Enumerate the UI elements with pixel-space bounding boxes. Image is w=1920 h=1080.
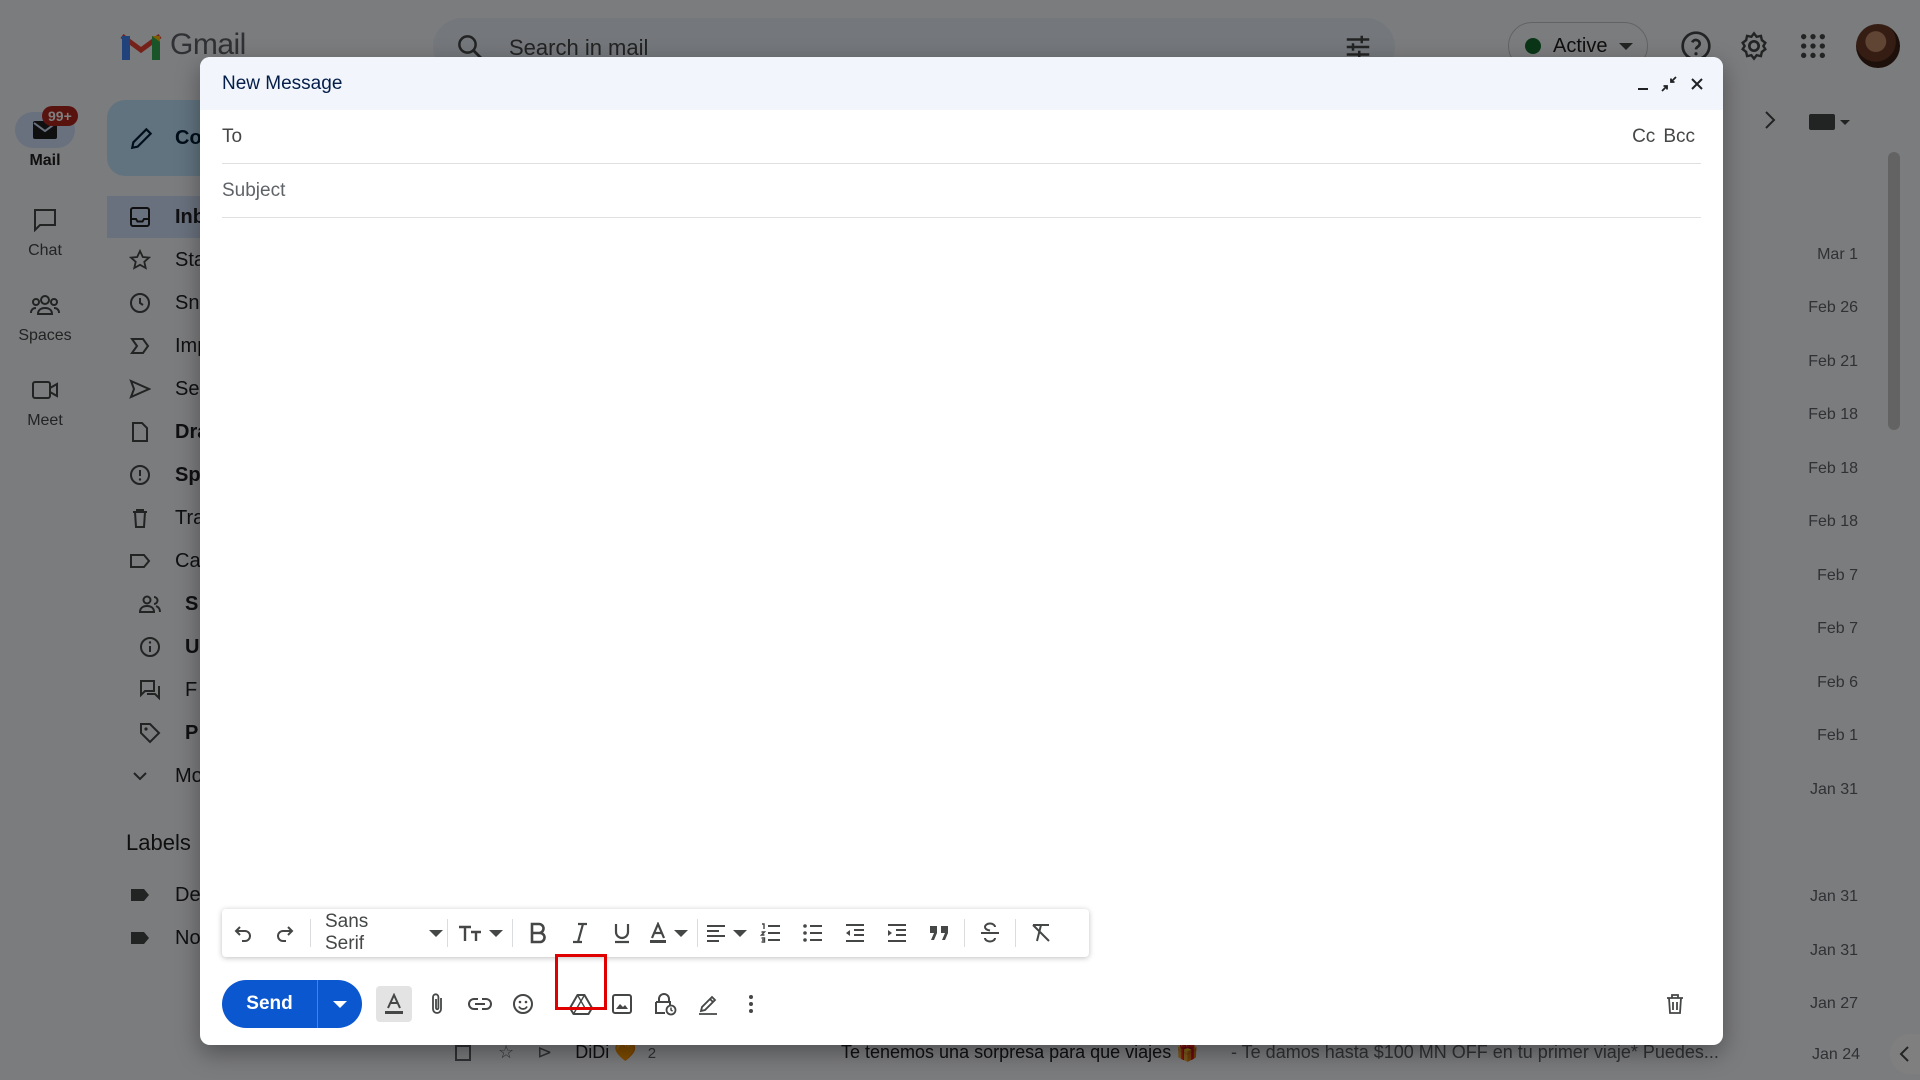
toolbar-divider (512, 919, 513, 947)
numbered-list-icon (760, 923, 780, 943)
toolbar-divider (1015, 919, 1016, 947)
minimize-icon (1638, 88, 1648, 90)
formatting-toolbar: Sans Serif (222, 909, 1089, 957)
text-size-icon (459, 925, 481, 941)
bold-icon (530, 922, 546, 944)
chevron-down-icon (674, 929, 688, 937)
text-color-icon (650, 922, 666, 943)
chevron-down-icon (333, 1000, 347, 1008)
attach-files-button[interactable] (419, 986, 455, 1022)
cc-link[interactable]: Cc (1632, 126, 1655, 148)
insert-emoji-button[interactable] (505, 986, 541, 1022)
chevron-down-icon (489, 929, 503, 937)
toolbar-divider (447, 919, 448, 947)
italic-icon (573, 922, 587, 944)
more-vert-icon (749, 995, 753, 1013)
chevron-down-icon (429, 929, 443, 937)
drive-button-highlight (555, 954, 607, 1010)
more-options-button[interactable] (733, 986, 769, 1022)
indent-more-button[interactable] (876, 909, 918, 957)
indent-more-icon (888, 924, 906, 942)
underline-button[interactable] (601, 909, 643, 957)
formatting-options-button[interactable] (376, 986, 412, 1022)
compose-actions-bar: Send (222, 954, 1701, 1028)
insert-signature-button[interactable] (690, 986, 726, 1022)
insert-photo-button[interactable] (604, 986, 640, 1022)
exit-fullscreen-button[interactable] (1656, 71, 1682, 97)
align-button[interactable] (702, 909, 750, 957)
discard-draft-button[interactable] (1657, 986, 1693, 1022)
text-format-icon (385, 993, 403, 1014)
to-label: To (222, 126, 243, 147)
close-icon (1691, 78, 1703, 90)
font-size-button[interactable] (452, 909, 508, 957)
undo-button[interactable] (222, 909, 264, 957)
cc-bcc-links: Cc Bcc (1632, 126, 1695, 148)
strikethrough-button[interactable] (969, 909, 1011, 957)
toolbar-divider (697, 919, 698, 947)
pen-icon (699, 995, 717, 1015)
message-body[interactable] (222, 227, 1701, 947)
bulleted-list-button[interactable] (792, 909, 834, 957)
confidential-mode-button[interactable] (647, 986, 683, 1022)
font-family-value: Sans Serif (325, 911, 369, 954)
send-options-button[interactable] (318, 980, 362, 1028)
exit-fullscreen-icon (1661, 76, 1677, 92)
minimize-button[interactable] (1630, 71, 1656, 97)
send-button[interactable]: Send (222, 980, 318, 1028)
toolbar-divider (310, 919, 311, 947)
align-left-icon (707, 925, 725, 942)
compose-window: New Message To Cc Bcc Sans Serif (200, 57, 1723, 1045)
subject-input[interactable] (222, 172, 1522, 210)
subject-row (222, 164, 1701, 218)
bulleted-list-icon (803, 924, 822, 942)
emoji-icon (513, 994, 533, 1014)
undo-icon (234, 926, 251, 942)
paperclip-icon (432, 993, 442, 1014)
compose-header[interactable]: New Message (200, 57, 1723, 110)
quote-icon (930, 926, 948, 940)
to-row[interactable]: To Cc Bcc (222, 110, 1701, 164)
redo-icon (277, 926, 294, 942)
trash-icon (1667, 994, 1683, 1014)
numbered-list-button[interactable] (750, 909, 792, 957)
underline-icon (614, 924, 630, 944)
chevron-down-icon (733, 929, 747, 937)
font-family-select[interactable]: Sans Serif (315, 909, 443, 957)
image-icon (612, 994, 632, 1014)
indent-less-icon (846, 924, 864, 942)
indent-less-button[interactable] (834, 909, 876, 957)
remove-formatting-button[interactable] (1020, 909, 1062, 957)
send-button-group: Send (222, 980, 362, 1028)
strikethrough-icon (981, 922, 999, 943)
redo-button[interactable] (264, 909, 306, 957)
remove-formatting-icon (1032, 924, 1050, 942)
compose-title: New Message (222, 73, 343, 94)
link-icon (468, 998, 492, 1010)
lock-clock-icon (655, 993, 677, 1016)
italic-button[interactable] (559, 909, 601, 957)
bcc-link[interactable]: Bcc (1663, 126, 1695, 148)
quote-button[interactable] (918, 909, 960, 957)
toolbar-divider (964, 919, 965, 947)
close-button[interactable] (1684, 71, 1710, 97)
text-color-button[interactable] (643, 909, 693, 957)
insert-link-button[interactable] (462, 986, 498, 1022)
bold-button[interactable] (517, 909, 559, 957)
